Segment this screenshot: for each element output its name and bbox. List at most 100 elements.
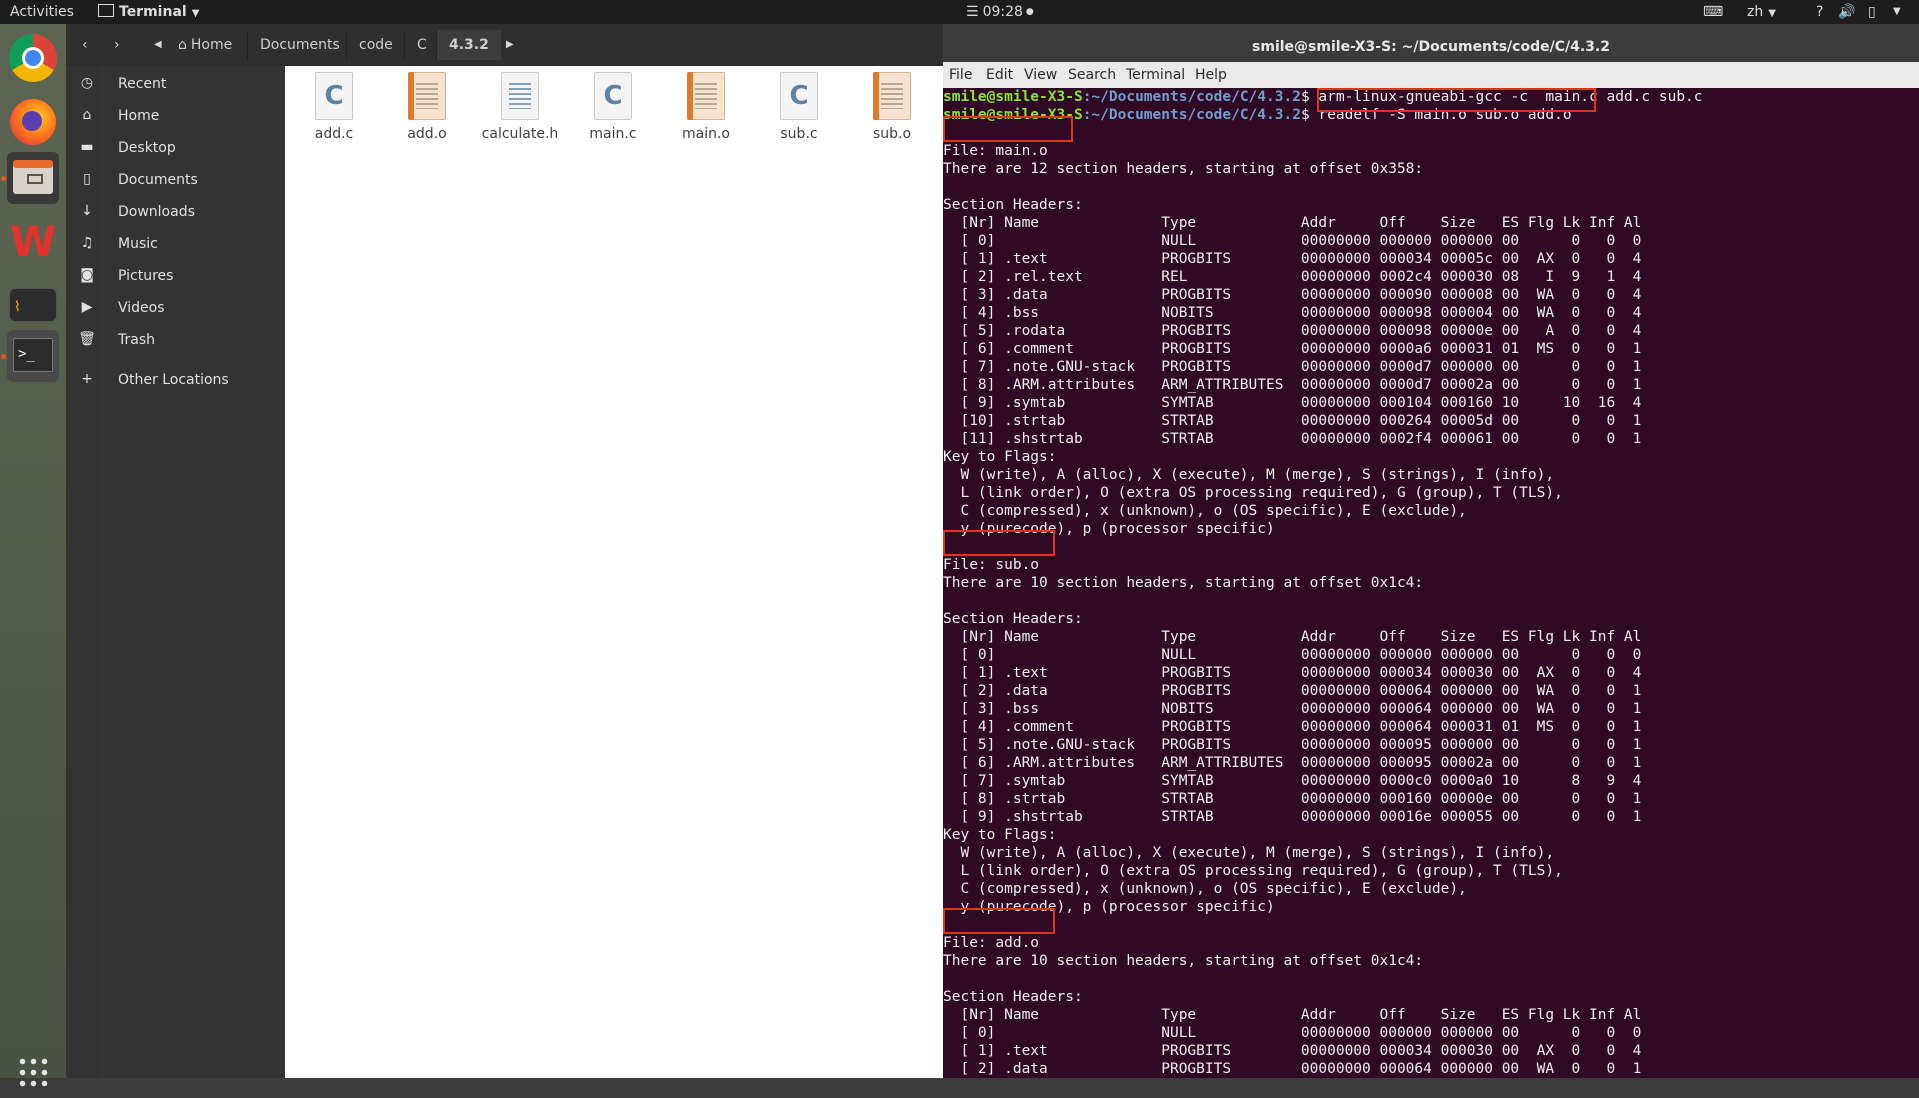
output-line: [ 0] NULL 00000000 000000 000000 00 0 0 … xyxy=(943,1025,1642,1041)
output-line: [10] .strtab STRTAB 00000000 000264 0000… xyxy=(943,413,1642,429)
file-item[interactable]: C main.c xyxy=(568,72,658,152)
output-line: [ 6] .ARM.attributes ARM_ATTRIBUTES 0000… xyxy=(943,755,1642,771)
scroll-right-icon[interactable]: ▶ xyxy=(506,30,514,60)
output-line: W (write), A (alloc), X (execute), M (me… xyxy=(943,467,1555,483)
firefox-icon[interactable] xyxy=(7,96,59,148)
sidebar-item-music[interactable]: ♫ Music xyxy=(66,228,285,258)
input-method-label: zh xyxy=(1747,4,1764,20)
output-line: [Nr] Name Type Addr Off Size ES Flg Lk I… xyxy=(943,215,1642,231)
menu-terminal[interactable]: Terminal xyxy=(1126,62,1185,88)
file-name: add.c xyxy=(314,126,354,142)
video-icon: ▶ xyxy=(81,299,93,315)
chrome-icon[interactable] xyxy=(7,32,59,84)
sidebar-item-downloads[interactable]: ↓ Downloads xyxy=(66,196,285,226)
file-name: main.c xyxy=(589,126,637,142)
scroll-left-icon[interactable]: ◀ xyxy=(154,30,162,60)
system-menu-chevron-icon[interactable]: ▼ xyxy=(1893,0,1901,24)
keyboard-icon[interactable]: ⌨ xyxy=(1703,0,1723,24)
files-icon[interactable] xyxy=(7,152,59,204)
clock-area[interactable]: ☰ 09:28 ● xyxy=(966,0,1034,24)
terminal-dock-icon[interactable]: >_ xyxy=(7,330,59,382)
file-item[interactable]: sub.o xyxy=(847,72,937,152)
breadcrumb-documents[interactable]: Documents xyxy=(247,30,352,60)
sidebar-item-trash[interactable]: 🗑 Trash xyxy=(66,324,285,354)
sidebar-item-label: Downloads xyxy=(118,204,195,220)
clock: 09:28 xyxy=(982,4,1023,20)
back-icon[interactable]: ‹ xyxy=(82,30,88,60)
breadcrumb-c[interactable]: C xyxy=(404,30,439,60)
output-line: [ 4] .bss NOBITS 00000000 000098 000004 … xyxy=(943,305,1642,321)
output-line: [ 1] .text PROGBITS 00000000 000034 0000… xyxy=(943,1043,1642,1059)
breadcrumb-code[interactable]: code xyxy=(346,30,405,60)
output-line: [ 2] .data PROGBITS 00000000 000064 0000… xyxy=(943,683,1642,699)
activities-button[interactable]: Activities xyxy=(10,0,74,24)
sidebar-item-other-locations[interactable]: + Other Locations xyxy=(66,364,285,394)
output-line: [ 2] .rel.text REL 00000000 0002c4 00003… xyxy=(943,269,1642,285)
output-line: Section Headers: xyxy=(943,197,1083,213)
output-line: [Nr] Name Type Addr Off Size ES Flg Lk I… xyxy=(943,629,1642,645)
object-file-icon xyxy=(873,72,911,120)
dock: W ⌇ >_ xyxy=(0,24,66,1088)
music-icon: ♫ xyxy=(80,235,94,251)
volume-icon[interactable]: 🔊 xyxy=(1838,0,1855,24)
output-line: C (compressed), x (unknown), o (OS speci… xyxy=(943,881,1467,897)
file-item[interactable]: calculate.h xyxy=(475,72,565,152)
chevron-down-icon: ▼ xyxy=(191,8,200,19)
menu-file[interactable]: File xyxy=(949,62,972,88)
menu-view[interactable]: View xyxy=(1024,62,1057,88)
file-item[interactable]: main.o xyxy=(661,72,751,152)
command-text: readelf -S main.o sub.o add.o xyxy=(1318,107,1572,123)
notification-icon: ☰ xyxy=(966,4,979,20)
file-item[interactable]: C add.c xyxy=(289,72,379,152)
output-line: [ 3] .bss NOBITS 00000000 000064 000000 … xyxy=(943,701,1642,717)
output-line: C (compressed), x (unknown), o (OS speci… xyxy=(943,503,1467,519)
file-item[interactable]: add.o xyxy=(382,72,472,152)
sidebar-item-home[interactable]: ⌂ Home xyxy=(66,100,285,130)
folder-icon: ▬ xyxy=(80,139,94,155)
forward-icon[interactable]: › xyxy=(114,30,120,60)
help-icon[interactable]: ? xyxy=(1816,0,1823,24)
command-line: smile@smile-X3-S:~/Documents/code/C/4.3.… xyxy=(943,106,1919,124)
output-line: [ 1] .text PROGBITS 00000000 000034 0000… xyxy=(943,251,1642,267)
sidebar-item-pictures[interactable]: ◙ Pictures xyxy=(66,260,285,290)
output-line: [Nr] Name Type Addr Off Size ES Flg Lk I… xyxy=(943,1007,1642,1023)
sidebar-item-desktop[interactable]: ▬ Desktop xyxy=(66,132,285,162)
terminal-title: smile@smile-X3-S: ~/Documents/code/C/4.3… xyxy=(943,32,1919,62)
battery-icon[interactable]: ▯ xyxy=(1868,0,1876,24)
output-line: y (purecode), p (processor specific) xyxy=(943,521,1275,537)
prompt-symbol: $ xyxy=(1300,89,1319,105)
menu-search[interactable]: Search xyxy=(1068,62,1116,88)
sidebar-item-label: Videos xyxy=(118,300,165,316)
menu-help[interactable]: Help xyxy=(1195,62,1227,88)
file-manager-header: ‹ › ◀ ⌂ Home Documents code C 4.3.2 ▶ xyxy=(66,24,943,66)
clock-icon: ◷ xyxy=(80,75,94,91)
home-icon: ⌂ xyxy=(178,37,187,53)
running-indicator xyxy=(1,354,6,359)
terminal-window: smile@smile-X3-S: ~/Documents/code/C/4.3… xyxy=(943,32,1919,1078)
terminal-app-icon xyxy=(98,4,114,17)
breadcrumb-current[interactable]: 4.3.2 xyxy=(436,30,501,60)
places-sidebar: ◷ Recent ⌂ Home ▬ Desktop ▯ Documents ↓ Downl… xyxy=(66,66,285,1078)
input-method-menu[interactable]: zh ▼ xyxy=(1747,0,1776,24)
output-line: File: sub.o xyxy=(943,557,1040,573)
show-applications-icon[interactable] xyxy=(7,1046,59,1098)
sidebar-item-label: Pictures xyxy=(118,268,174,284)
prompt-path: :~/Documents/code/C/4.3.2 xyxy=(1082,107,1301,123)
file-item[interactable]: C sub.c xyxy=(754,72,844,152)
sidebar-item-videos[interactable]: ▶ Videos xyxy=(66,292,285,322)
system-monitor-icon[interactable]: ⌇ xyxy=(9,288,57,322)
command-line: smile@smile-X3-S:~/Documents/code/C/4.3.… xyxy=(943,88,1919,106)
output-line: W (write), A (alloc), X (execute), M (me… xyxy=(943,845,1555,861)
prompt-user: smile@smile-X3-S xyxy=(943,89,1083,105)
breadcrumb-home[interactable]: ⌂ Home xyxy=(166,30,244,60)
terminal-output[interactable]: smile@smile-X3-S :~/Documents/code/C/4.3.… xyxy=(943,88,1919,1078)
sidebar-item-documents[interactable]: ▯ Documents xyxy=(66,164,285,194)
wps-office-icon[interactable]: W xyxy=(7,216,59,268)
sidebar-item-recent[interactable]: ◷ Recent xyxy=(66,68,285,98)
menu-edit[interactable]: Edit xyxy=(986,62,1013,88)
prompt-symbol: $ xyxy=(1300,107,1319,123)
sidebar-item-label: Trash xyxy=(118,332,155,348)
output-line: Key to Flags: xyxy=(943,449,1057,465)
app-menu[interactable]: Terminal ▼ xyxy=(98,0,199,24)
output-line: [ 1] .text PROGBITS 00000000 000034 0000… xyxy=(943,665,1642,681)
